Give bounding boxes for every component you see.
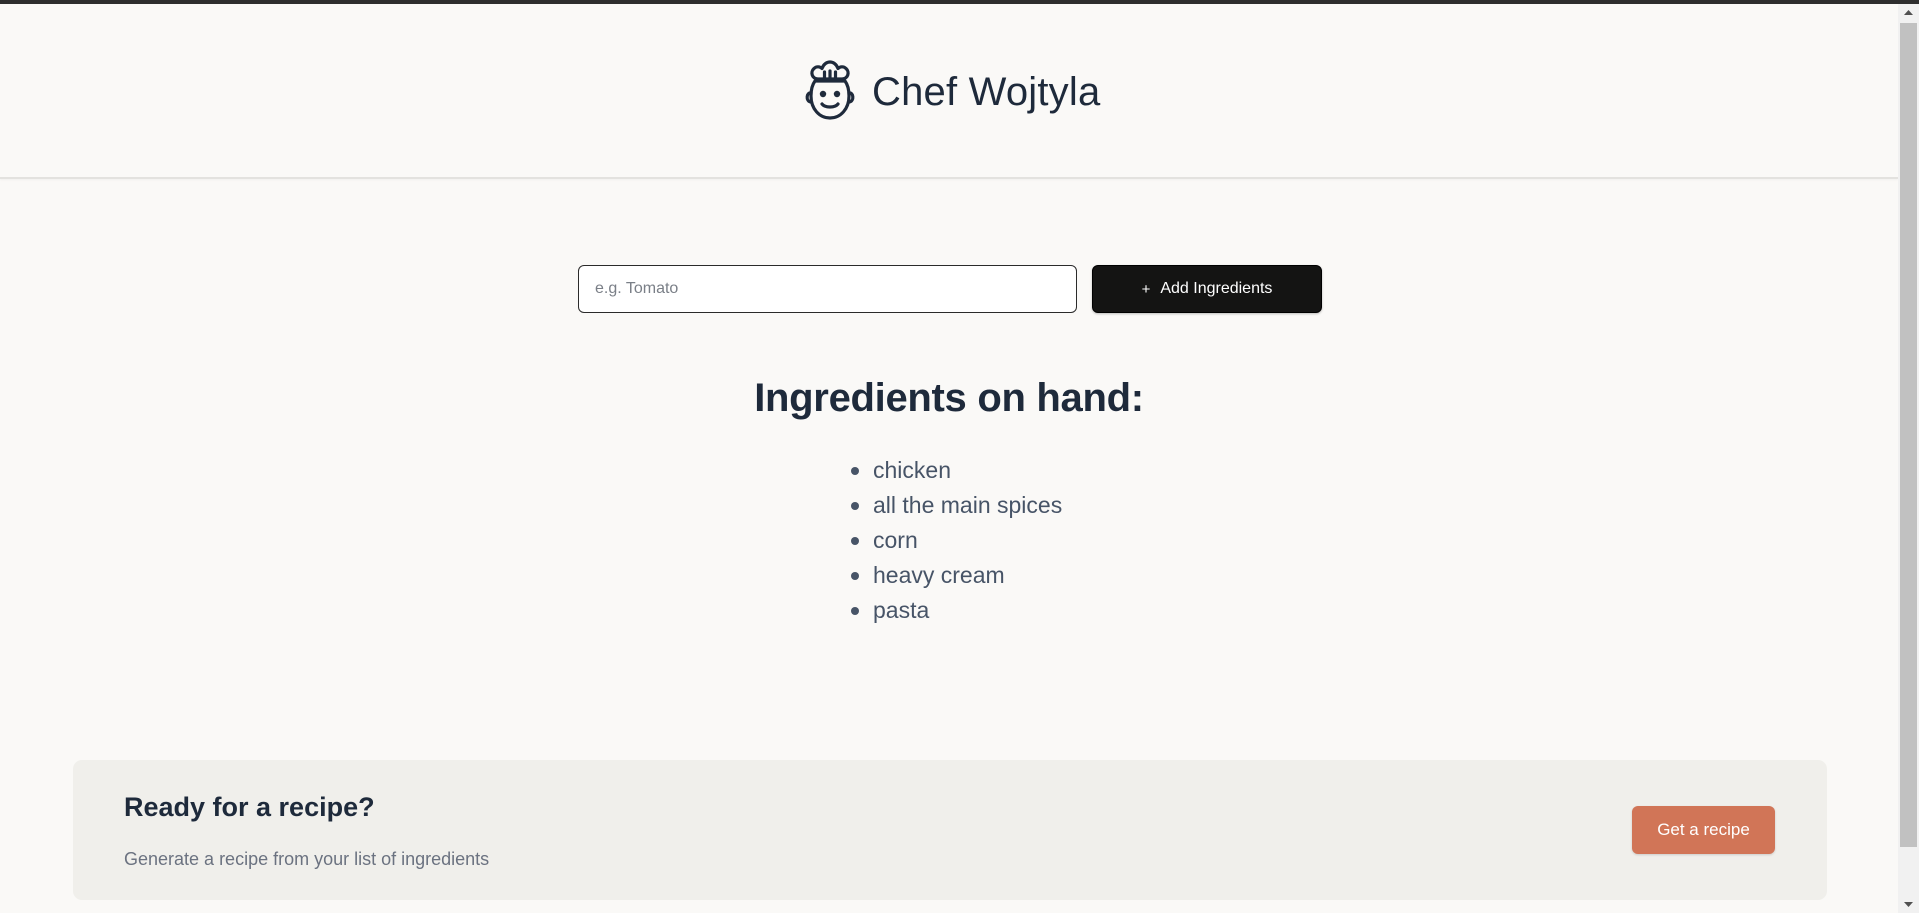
bullet-icon — [851, 502, 859, 510]
list-item: pasta — [851, 593, 1062, 628]
add-ingredients-label: Add Ingredients — [1160, 280, 1273, 297]
app-header: Chef Wojtyla — [0, 4, 1898, 179]
ingredient-list: chicken all the main spices corn heavy c… — [851, 453, 1062, 628]
ingredients-heading: Ingredients on hand: — [754, 376, 1144, 420]
get-recipe-button[interactable]: Get a recipe — [1632, 806, 1775, 854]
recipe-panel: Ready for a recipe? Generate a recipe fr… — [73, 760, 1827, 900]
app-title: Chef Wojtyla — [872, 69, 1101, 114]
list-item: heavy cream — [851, 558, 1062, 593]
chef-face-icon — [805, 60, 855, 120]
ingredient-label: heavy cream — [873, 562, 1005, 588]
page: Chef Wojtyla + Add Ingredients Ingredien… — [0, 0, 1919, 913]
ingredient-label: corn — [873, 527, 918, 553]
list-item: chicken — [851, 453, 1062, 488]
plus-icon: + — [1141, 280, 1151, 298]
list-item: all the main spices — [851, 488, 1062, 523]
recipe-panel-subtitle: Generate a recipe from your list of ingr… — [124, 849, 490, 869]
recipe-panel-title: Ready for a recipe? — [124, 792, 375, 822]
brand: Chef Wojtyla — [803, 60, 1100, 124]
ingredient-input[interactable] — [578, 265, 1077, 313]
scroll-up-arrow-icon[interactable] — [1898, 4, 1919, 21]
bullet-icon — [851, 607, 859, 615]
bullet-icon — [851, 467, 859, 475]
ingredient-label: pasta — [873, 597, 930, 623]
ingredient-label: chicken — [873, 457, 951, 483]
add-ingredient-form: + Add Ingredients — [578, 265, 1322, 313]
ingredient-label: all the main spices — [873, 492, 1063, 518]
add-ingredients-button[interactable]: + Add Ingredients — [1092, 265, 1322, 313]
vertical-scrollbar[interactable] — [1898, 4, 1919, 913]
bullet-icon — [851, 572, 859, 580]
list-item: corn — [851, 523, 1062, 558]
scrollbar-thumb[interactable] — [1900, 23, 1917, 847]
scroll-down-arrow-icon[interactable] — [1898, 896, 1919, 913]
bullet-icon — [851, 537, 859, 545]
